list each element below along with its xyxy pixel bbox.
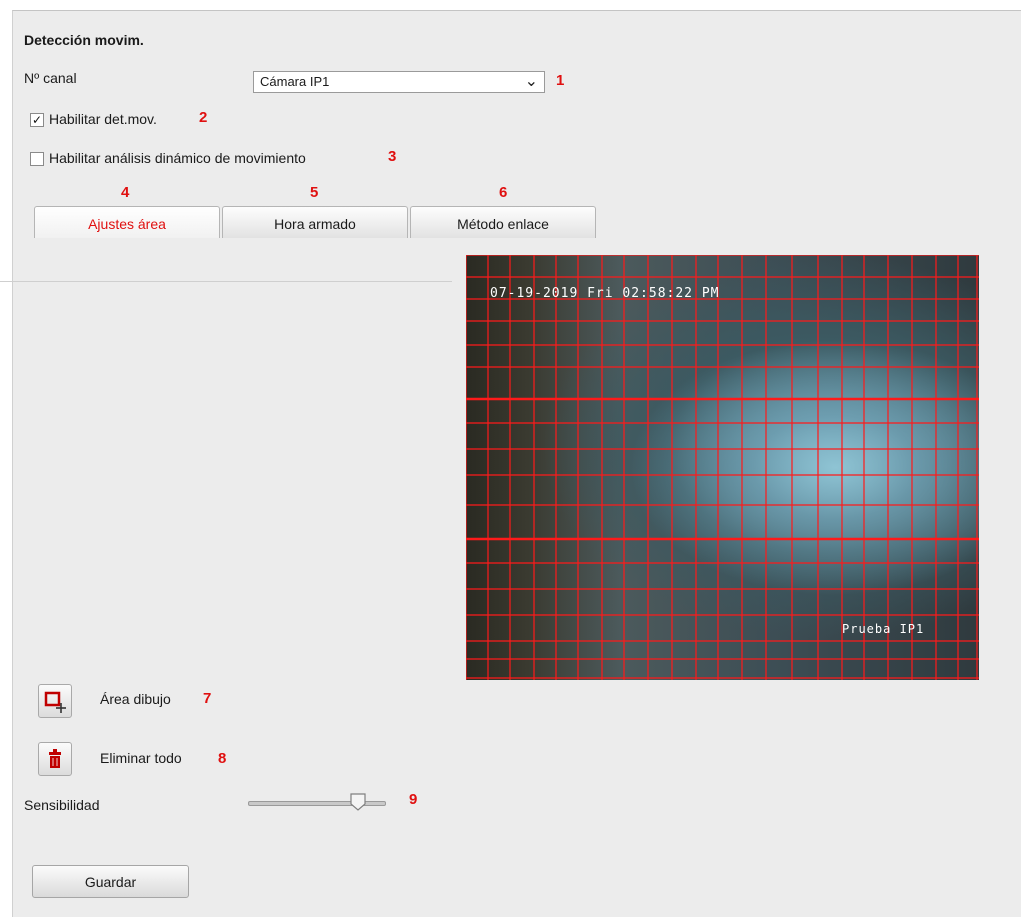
marker-9: 9 <box>409 791 418 808</box>
enable-motion-label: Habilitar det.mov. <box>49 111 157 127</box>
enable-dynamic-analysis-label: Habilitar análisis dinámico de movimient… <box>49 150 306 166</box>
draw-area-icon <box>44 691 66 713</box>
marker-8: 8 <box>218 750 227 767</box>
marker-5: 5 <box>310 184 319 201</box>
sensitivity-slider-thumb[interactable] <box>349 792 367 812</box>
channel-select[interactable]: Cámara IP1 ⌄ <box>253 71 545 93</box>
video-preview[interactable]: 07-19-2019 Fri 02:58:22 PM Prueba IP1 <box>466 255 979 680</box>
marker-1: 1 <box>556 72 565 89</box>
checkmark-icon: ✓ <box>31 113 43 127</box>
section-title: Detección movim. <box>24 32 144 48</box>
tab-area-settings[interactable]: Ajustes área <box>34 206 220 238</box>
channel-label: Nº canal <box>24 70 77 86</box>
draw-area-label: Área dibujo <box>100 691 171 707</box>
divider <box>0 281 452 282</box>
marker-3: 3 <box>388 148 397 165</box>
marker-4: 4 <box>121 184 130 201</box>
tab-linkage-method[interactable]: Método enlace <box>410 206 596 238</box>
chevron-down-icon: ⌄ <box>524 73 538 90</box>
marker-6: 6 <box>499 184 508 201</box>
save-button[interactable]: Guardar <box>32 865 189 898</box>
enable-motion-checkbox[interactable]: ✓ <box>30 113 44 127</box>
osd-camera-name: Prueba IP1 <box>842 622 925 636</box>
motion-grid <box>466 255 979 680</box>
channel-select-value: Cámara IP1 <box>260 74 330 89</box>
draw-area-button[interactable] <box>38 684 72 718</box>
marker-7: 7 <box>203 690 212 707</box>
osd-timestamp: 07-19-2019 Fri 02:58:22 PM <box>490 286 720 301</box>
tab-arming-schedule[interactable]: Hora armado <box>222 206 408 238</box>
trash-icon <box>49 749 61 768</box>
enable-dynamic-analysis-checkbox[interactable] <box>30 152 44 166</box>
marker-2: 2 <box>199 109 208 126</box>
sensitivity-label: Sensibilidad <box>24 797 100 813</box>
clear-all-label: Eliminar todo <box>100 750 182 766</box>
clear-all-button[interactable] <box>38 742 72 776</box>
